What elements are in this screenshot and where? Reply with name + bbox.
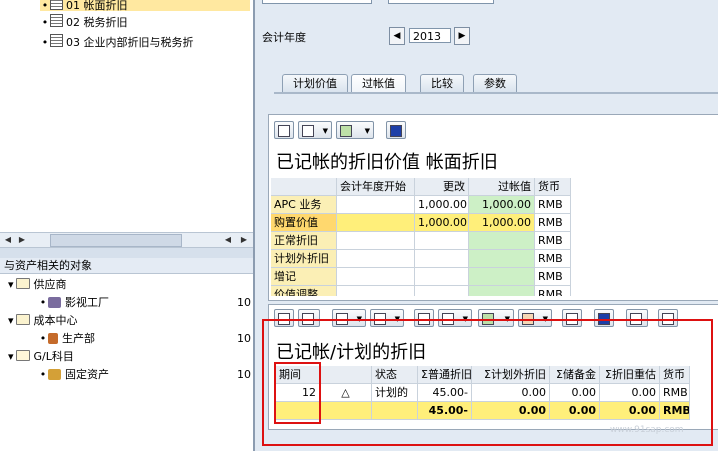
table-cell (469, 250, 535, 268)
table-cell: 1,000.00 (415, 214, 469, 232)
table-cell (469, 232, 535, 250)
arrow-left-icon: ◀ (393, 31, 401, 41)
folder-icon (15, 278, 30, 289)
document-stack-icon (50, 34, 63, 47)
tree-item-internal-tax-depreciation[interactable]: • 03 企业内部折旧与税务折 (40, 34, 252, 48)
gl-account-icon (48, 369, 61, 380)
view-button[interactable]: ▼ (298, 121, 332, 139)
tree-item-tax-depreciation[interactable]: • 02 税务折旧 (40, 14, 128, 29)
row-label[interactable]: 购置价值 (271, 214, 337, 232)
table-cell (337, 232, 415, 250)
table-cell: 1,000.00 (469, 196, 535, 214)
tree-item-book-depreciation[interactable]: • 01 帐面折旧 (40, 0, 250, 12)
table-cell (415, 286, 469, 296)
table-cell: RMB (535, 196, 571, 214)
row-label[interactable]: 价值调整 (271, 286, 337, 296)
table-cell (415, 232, 469, 250)
tree-group-cost-center[interactable]: ▾ 成本中心 (8, 314, 78, 328)
table-cell (469, 286, 535, 296)
next-year-button[interactable]: ▶ (454, 27, 470, 45)
chevron-down-icon: ▼ (364, 127, 370, 135)
table-cell (337, 286, 415, 296)
table-cell: RMB (535, 286, 571, 296)
fiscal-year-label: 会计年度 (262, 31, 306, 44)
table-cell: RMB (535, 268, 571, 286)
table-cell: 1,000.00 (469, 214, 535, 232)
table-cell: RMB (535, 250, 571, 268)
export-button[interactable]: ▼ (336, 121, 374, 139)
fiscal-year-input[interactable]: 2013 (409, 28, 451, 43)
collapse-icon[interactable]: ▾ (8, 350, 14, 363)
column-header[interactable]: 会计年度开始 (337, 178, 415, 196)
collapse-icon[interactable]: ▾ (8, 314, 14, 327)
table-cell: RMB (535, 214, 571, 232)
folder-icon (15, 314, 30, 325)
tree-item-vendor[interactable]: • 影视工厂 10 (38, 296, 253, 310)
tree-group-gl-account[interactable]: ▾ G/L科目 (8, 350, 74, 364)
table-cell (469, 268, 535, 286)
horizontal-scrollbar[interactable]: ◀ ▶ ◀ ▶ (0, 232, 253, 248)
panel-splitter[interactable] (0, 248, 253, 258)
tab-planned-values[interactable]: 计划价值 (282, 74, 348, 93)
table-cell (337, 268, 415, 286)
table-cell (415, 268, 469, 286)
row-label[interactable]: 计划外折旧 (271, 250, 337, 268)
open-folder-icon (15, 350, 30, 361)
info-icon (390, 125, 402, 137)
tab-comparison[interactable]: 比较 (420, 74, 464, 93)
scroll-left-icon[interactable]: ◀ (2, 234, 14, 246)
top-field[interactable] (262, 0, 372, 4)
watermark: www.91sap.com (610, 425, 684, 435)
table-cell: RMB (535, 232, 571, 250)
vendor-icon (48, 297, 61, 308)
tree-item-gl-account[interactable]: • 固定资产 10 (38, 368, 253, 382)
posted-values-table: 会计年度开始 更改 过帐值 货币 APC 业务 1,000.00 1,000.00 RMB 购置… (271, 178, 716, 296)
tab-posted-values[interactable]: 过帐值 (351, 74, 406, 94)
table-cell (415, 250, 469, 268)
related-objects-header: 与资产相关的对象 (0, 258, 253, 274)
top-field[interactable] (388, 0, 494, 4)
column-header[interactable] (271, 178, 337, 196)
period-highlight-frame (274, 362, 321, 424)
view-icon (302, 125, 314, 137)
document-icon (50, 0, 63, 10)
collapse-icon[interactable]: ▾ (8, 278, 14, 291)
scroll-thumb[interactable] (50, 234, 182, 247)
arrow-right-icon: ▶ (458, 31, 466, 41)
export-icon (340, 125, 352, 137)
document-icon (50, 14, 63, 27)
tree-group-vendor[interactable]: ▾ 供应商 (8, 278, 67, 292)
previous-year-button[interactable]: ◀ (389, 27, 405, 45)
scroll-right-icon[interactable]: ▶ (238, 234, 250, 246)
cost-center-icon (48, 333, 58, 344)
tree-item-cost-center[interactable]: • 生产部 10 (38, 332, 253, 346)
table-cell (337, 196, 415, 214)
table-cell (337, 214, 415, 232)
info-button[interactable] (386, 121, 406, 139)
table-cell: 1,000.00 (415, 196, 469, 214)
column-header[interactable]: 货币 (535, 178, 571, 196)
details-button[interactable] (274, 121, 294, 139)
grid1-title: 已记帐的折旧价值 帐面折旧 (276, 152, 498, 173)
scroll-left-icon[interactable]: ◀ (222, 234, 234, 246)
document-icon (278, 125, 290, 137)
table-cell (337, 250, 415, 268)
row-label[interactable]: 正常折旧 (271, 232, 337, 250)
tab-underline (274, 92, 718, 94)
column-header[interactable]: 更改 (415, 178, 469, 196)
tab-parameters[interactable]: 参数 (473, 74, 517, 93)
chevron-down-icon: ▼ (322, 127, 328, 135)
row-label[interactable]: 增记 (271, 268, 337, 286)
scroll-right-icon[interactable]: ▶ (16, 234, 28, 246)
column-header[interactable]: 过帐值 (469, 178, 535, 196)
left-panel: • 01 帐面折旧 • 02 税务折旧 • 03 企业内部折旧与税务折 ◀ ▶ ◀ ▶… (0, 0, 255, 451)
row-label[interactable]: APC 业务 (271, 196, 337, 214)
